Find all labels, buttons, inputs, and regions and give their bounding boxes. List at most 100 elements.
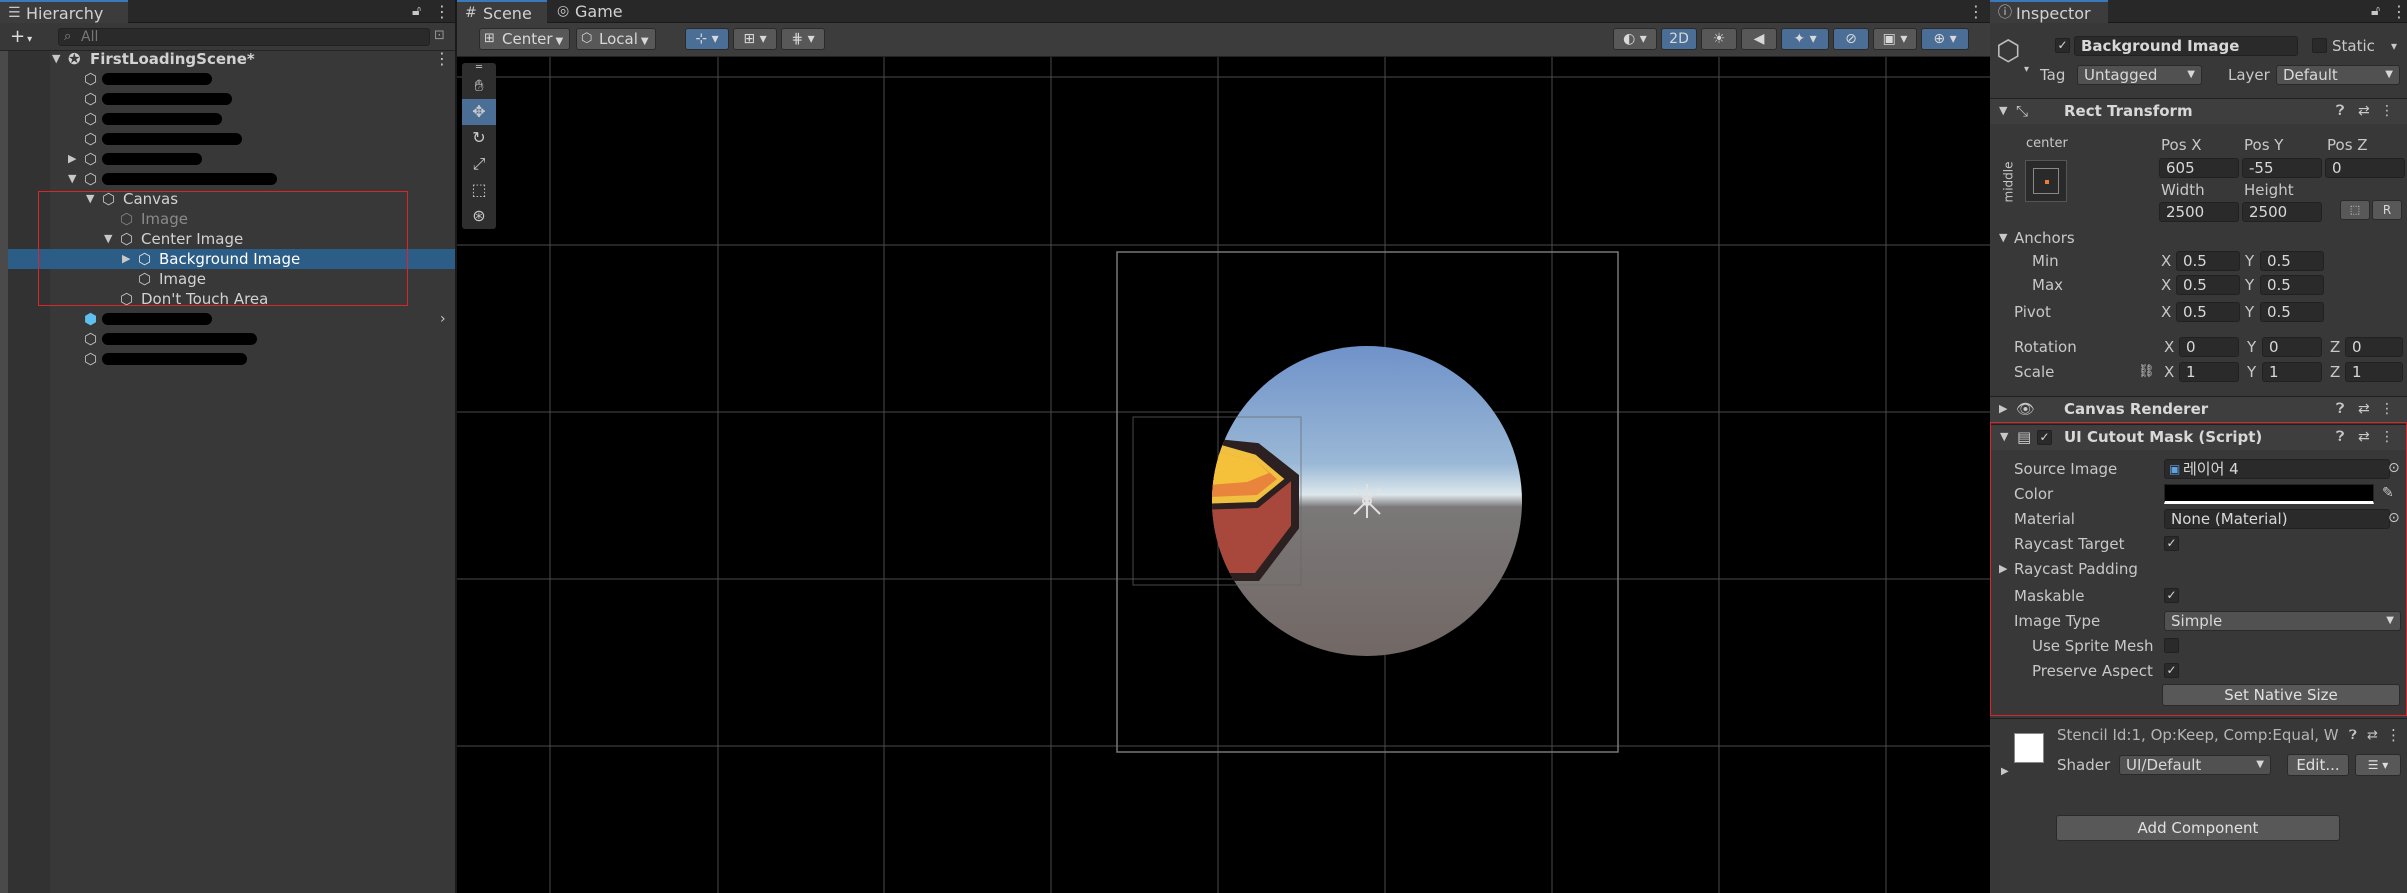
- help-icon[interactable]: ❓︎: [2336, 103, 2344, 119]
- expand-arrow-icon[interactable]: ▶: [68, 149, 76, 169]
- scene-menu-icon[interactable]: ⋮: [434, 47, 450, 70]
- rotation-z-field[interactable]: 0: [2345, 337, 2403, 357]
- height-field[interactable]: 2500: [2242, 202, 2322, 222]
- move-tool-button[interactable]: ✥: [462, 99, 496, 125]
- constrain-proportions-icon[interactable]: ⛓︎: [2138, 362, 2155, 382]
- layer-dropdown[interactable]: Default ▼: [2276, 65, 2400, 85]
- kebab-menu-icon[interactable]: ⋮: [2386, 725, 2401, 745]
- pos-x-field[interactable]: 605: [2159, 158, 2239, 178]
- pivot-rotation-dropdown[interactable]: ⬡ Local ▼: [576, 28, 656, 50]
- scene-menu-icon[interactable]: ⋮: [1968, 0, 1984, 23]
- anchor-max-y-field[interactable]: 0.5: [2260, 275, 2324, 295]
- raw-edit-button[interactable]: R: [2372, 200, 2402, 220]
- lighting-toggle-button[interactable]: ☀: [1701, 28, 1737, 50]
- rect-transform-header[interactable]: ▼ ⤡ Rect Transform ❓︎ ⇄ ⋮: [1990, 98, 2407, 124]
- pivot-mode-dropdown[interactable]: ⊞ Center ▼: [479, 28, 571, 50]
- anchor-max-x-field[interactable]: 0.5: [2176, 275, 2240, 295]
- rotation-x-field[interactable]: 0: [2179, 337, 2239, 357]
- list-item[interactable]: ▼ ⬡: [8, 169, 455, 189]
- chevron-down-icon[interactable]: ▾: [2024, 60, 2029, 80]
- tab-game[interactable]: ◎ Game: [549, 0, 629, 23]
- kebab-menu-icon[interactable]: ⋮: [2380, 401, 2394, 417]
- canvas-renderer-header[interactable]: ▶ 👁︎ Canvas Renderer ❓︎ ⇄ ⋮: [1990, 396, 2407, 422]
- scale-z-field[interactable]: 1: [2345, 362, 2403, 382]
- width-field[interactable]: 2500: [2159, 202, 2239, 222]
- hand-tool-button[interactable]: ✋︎: [462, 73, 496, 99]
- scale-tool-button[interactable]: ⤢: [462, 151, 496, 177]
- hierarchy-search-input[interactable]: ⌕ All: [58, 28, 430, 46]
- list-item[interactable]: ⬡: [8, 129, 455, 149]
- kebab-menu-icon[interactable]: ⋮: [434, 0, 450, 23]
- scale-x-field[interactable]: 1: [2179, 362, 2239, 382]
- list-item[interactable]: ⬢ ›: [8, 309, 455, 329]
- shader-dropdown[interactable]: UI/Default ▼: [2119, 755, 2271, 775]
- increment-snap-button[interactable]: ⋕ ▾: [781, 28, 825, 50]
- tab-scene[interactable]: # Scene: [457, 0, 547, 23]
- grid-snap-button[interactable]: ⊹ ▾: [685, 28, 729, 50]
- fold-arrow-icon[interactable]: ▼: [1999, 104, 2007, 117]
- blueprint-mode-button[interactable]: ⬚: [2340, 200, 2370, 220]
- scene-root-row[interactable]: ▼ ✪ FirstLoadingScene* ⋮: [8, 49, 455, 69]
- add-component-button[interactable]: Add Component: [2056, 815, 2340, 841]
- chevron-down-icon[interactable]: ▾: [2391, 36, 2397, 56]
- raycast-target-checkbox[interactable]: ✓: [2164, 536, 2179, 551]
- maskable-checkbox[interactable]: ✓: [2164, 588, 2179, 603]
- gizmos-button[interactable]: ⊕ ▾: [1921, 28, 1969, 50]
- kebab-menu-icon[interactable]: ⋮: [2380, 103, 2394, 119]
- use-sprite-mesh-checkbox[interactable]: [2164, 638, 2179, 653]
- pos-z-field[interactable]: 0: [2325, 158, 2405, 178]
- lock-icon[interactable]: 🔓︎: [412, 0, 421, 23]
- audio-toggle-button[interactable]: ◀︎: [1741, 28, 1777, 50]
- list-item[interactable]: ⬡: [8, 349, 455, 369]
- list-item[interactable]: ⬡: [8, 329, 455, 349]
- anchor-min-y-field[interactable]: 0.5: [2260, 251, 2324, 271]
- help-icon[interactable]: ❓︎: [2336, 429, 2344, 445]
- pivot-y-field[interactable]: 0.5: [2260, 302, 2324, 322]
- tab-inspector[interactable]: ⓘ Inspector: [1990, 0, 2108, 23]
- material-field[interactable]: None (Material): [2164, 509, 2390, 529]
- camera-settings-button[interactable]: ▣ ▾: [1873, 28, 1917, 50]
- anchor-preset-button[interactable]: [2025, 160, 2067, 202]
- fold-arrow-icon[interactable]: ▼: [2000, 430, 2008, 443]
- edit-shader-button[interactable]: Edit...: [2287, 754, 2349, 776]
- color-swatch[interactable]: [2164, 484, 2374, 504]
- eyedropper-icon[interactable]: ✎: [2382, 483, 2394, 503]
- preset-icon[interactable]: ⇄: [2358, 103, 2370, 119]
- object-picker-icon[interactable]: ⊙: [2388, 458, 2400, 478]
- kebab-menu-icon[interactable]: ⋮: [2391, 0, 2407, 23]
- transform-tool-button[interactable]: ⊛: [462, 203, 496, 229]
- fold-arrow-icon[interactable]: ▶: [2001, 762, 2009, 782]
- fold-arrow-icon[interactable]: ▶: [1999, 402, 2007, 415]
- fold-arrow-icon[interactable]: ▼: [1999, 228, 2007, 248]
- draw-mode-button[interactable]: ◐ ▾: [1613, 28, 1657, 50]
- component-enabled-checkbox[interactable]: ✓: [2037, 430, 2052, 445]
- object-picker-icon[interactable]: ⊙: [2388, 508, 2400, 528]
- expand-arrow-icon[interactable]: ▼: [68, 169, 76, 189]
- static-checkbox[interactable]: [2312, 38, 2327, 53]
- scene-viewport[interactable]: ═ ✋︎ ✥ ↻ ⤢ ⬚ ⊛: [457, 57, 1990, 893]
- list-item[interactable]: ▶ ⬡: [8, 149, 455, 169]
- scale-y-field[interactable]: 1: [2262, 362, 2322, 382]
- add-object-button[interactable]: + ▾: [10, 27, 48, 47]
- rotate-tool-button[interactable]: ↻: [462, 125, 496, 151]
- tab-hierarchy[interactable]: ☰ Hierarchy: [0, 0, 128, 23]
- lock-icon[interactable]: 🔓︎: [2371, 0, 2380, 23]
- expand-arrow-icon[interactable]: ▼: [52, 49, 60, 69]
- fold-arrow-icon[interactable]: ▶: [1999, 559, 2007, 579]
- preserve-aspect-checkbox[interactable]: ✓: [2164, 663, 2179, 678]
- set-native-size-button[interactable]: Set Native Size: [2162, 684, 2400, 706]
- pos-y-field[interactable]: -55: [2242, 158, 2322, 178]
- cutout-mask-header[interactable]: ▼ ▤ ✓ UI Cutout Mask (Script) ❓︎ ⇄ ⋮: [1991, 424, 2406, 450]
- effects-button[interactable]: ✦ ▾: [1781, 28, 1829, 50]
- rotation-y-field[interactable]: 0: [2262, 337, 2322, 357]
- help-icon[interactable]: ❓︎: [2336, 401, 2344, 417]
- help-icon[interactable]: ❓︎: [2349, 726, 2357, 746]
- chevron-right-icon[interactable]: ›: [440, 309, 446, 329]
- pivot-x-field[interactable]: 0.5: [2176, 302, 2240, 322]
- list-item[interactable]: ⬡: [8, 69, 455, 89]
- shader-options-button[interactable]: ☰ ▾: [2355, 754, 2401, 776]
- preset-icon[interactable]: ⇄: [2367, 726, 2378, 746]
- 2d-mode-button[interactable]: 2D: [1661, 28, 1697, 50]
- kebab-menu-icon[interactable]: ⋮: [2380, 429, 2394, 445]
- hidden-objects-button[interactable]: ⊘: [1833, 28, 1869, 50]
